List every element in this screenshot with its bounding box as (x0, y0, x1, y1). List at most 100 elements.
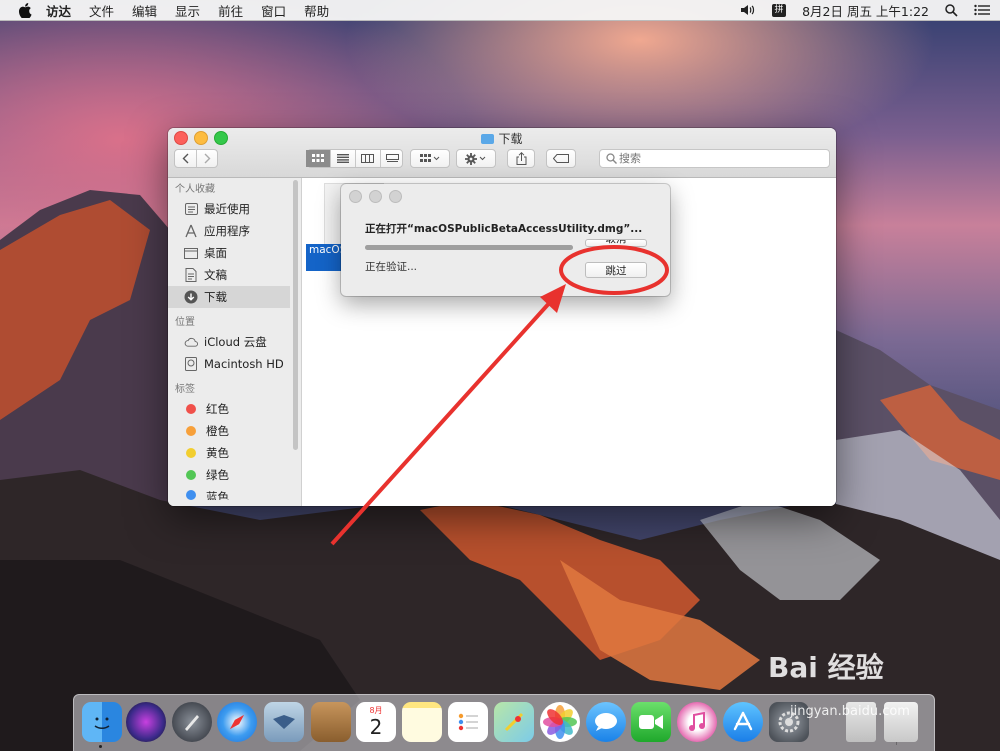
mail-icon[interactable] (264, 702, 304, 742)
safari-icon[interactable] (217, 702, 257, 742)
icon-view-button[interactable] (305, 150, 331, 167)
tags-button[interactable] (546, 149, 576, 168)
hard-drive-icon (184, 357, 198, 371)
input-method-icon[interactable]: 拼 (772, 3, 787, 17)
running-indicator (99, 745, 102, 748)
arrange-grid-icon (420, 154, 440, 162)
maps-icon[interactable] (494, 702, 534, 742)
photos-icon[interactable] (540, 702, 580, 742)
tag-color-dot (186, 404, 196, 414)
sidebar-item-label: 桌面 (204, 246, 227, 260)
calendar-icon[interactable]: 8月 2 (356, 702, 396, 742)
sidebar-section-favorites: 个人收藏 (175, 184, 215, 195)
documents-icon (184, 268, 198, 282)
itunes-icon[interactable] (677, 702, 717, 742)
sidebar-item-label: 应用程序 (204, 224, 250, 238)
facetime-icon[interactable] (631, 702, 671, 742)
progress-bar-fill (365, 245, 573, 250)
siri-icon[interactable] (126, 702, 166, 742)
download-icon (184, 290, 198, 304)
share-button[interactable] (507, 149, 535, 168)
action-button[interactable] (456, 149, 496, 168)
menu-help[interactable]: 帮助 (304, 1, 329, 20)
dialog-close-button[interactable] (349, 190, 362, 203)
list-view-button[interactable] (331, 150, 356, 167)
finder-toolbar: 下载 (168, 128, 836, 178)
search-field[interactable] (599, 149, 830, 168)
sidebar-item-label: 下载 (204, 290, 227, 304)
search-input[interactable] (617, 151, 771, 166)
grid-view-icon (311, 154, 324, 162)
dialog-status: 正在验证... (365, 261, 418, 273)
downloads-folder-icon (481, 134, 495, 144)
calendar-day: 2 (369, 715, 383, 739)
applications-icon (184, 224, 198, 238)
tag-color-dot (186, 490, 196, 500)
notification-center-icon[interactable] (974, 4, 990, 16)
dialog-message: 正在打开“macOSPublicBetaAccessUtility.dmg”..… (365, 223, 643, 235)
volume-icon[interactable] (740, 4, 756, 16)
cancel-button[interactable]: 取消 (585, 239, 647, 247)
apple-menu-icon[interactable] (18, 2, 32, 18)
sidebar-item-recents[interactable]: 最近使用 (168, 198, 290, 220)
sidebar-item-downloads[interactable]: 下载 (168, 286, 290, 308)
cover-flow-icon (386, 154, 399, 162)
sidebar-item-label: iCloud 云盘 (204, 335, 267, 349)
column-view-icon (361, 154, 374, 163)
finder-icon[interactable] (82, 702, 122, 742)
dialog-zoom-button[interactable] (389, 190, 402, 203)
sidebar-item-applications[interactable]: 应用程序 (168, 220, 290, 242)
spotlight-search-icon[interactable] (945, 3, 958, 17)
sidebar-section-locations: 位置 (175, 317, 195, 328)
forward-button[interactable] (197, 150, 218, 167)
sidebar-section-tags: 标签 (175, 384, 195, 395)
chevron-right-icon (204, 153, 210, 164)
sidebar-item-icloud[interactable]: iCloud 云盘 (168, 331, 290, 353)
sidebar-item-tag-red[interactable]: 红色 (168, 398, 290, 420)
sidebar-item-documents[interactable]: 文稿 (168, 264, 290, 286)
menu-view[interactable]: 显示 (175, 1, 200, 20)
menu-window[interactable]: 窗口 (261, 1, 286, 20)
launchpad-icon[interactable] (172, 702, 212, 742)
sidebar-item-label: 蓝色 (206, 490, 229, 500)
window-title: 下载 (168, 130, 836, 147)
gear-icon (465, 152, 486, 165)
contacts-icon[interactable] (311, 702, 351, 742)
sidebar-item-tag-orange[interactable]: 橙色 (168, 420, 290, 442)
app-store-icon[interactable] (723, 702, 763, 742)
menu-clock[interactable]: 8月2日 周五 上午1:22 (802, 1, 929, 20)
sidebar-item-tag-blue[interactable]: 蓝色 (168, 486, 290, 500)
share-icon (516, 152, 526, 165)
back-forward-buttons (174, 149, 218, 168)
baidu-watermark-url: jingyan.baidu.com (790, 704, 910, 719)
sidebar-item-tag-yellow[interactable]: 黄色 (168, 442, 290, 464)
skip-button[interactable]: 跳过 (585, 262, 647, 278)
sidebar-item-tag-green[interactable]: 绿色 (168, 464, 290, 486)
notes-icon[interactable] (402, 702, 442, 742)
opening-progress-dialog: 正在打开“macOSPublicBetaAccessUtility.dmg”..… (341, 184, 670, 296)
menu-finder[interactable]: 访达 (46, 1, 71, 20)
menu-bar: 访达 文件 编辑 显示 前往 窗口 帮助 拼 8月2日 周五 上午1:22 (0, 0, 1000, 21)
tag-color-dot (186, 470, 196, 480)
search-icon (606, 153, 617, 164)
menu-go[interactable]: 前往 (218, 1, 243, 20)
arrange-button[interactable] (410, 149, 450, 168)
sidebar-item-label: Macintosh HD (204, 357, 284, 371)
sidebar-item-macintosh-hd[interactable]: Macintosh HD (168, 353, 290, 375)
baidu-watermark-logo: Bai 经验 (768, 651, 884, 684)
menu-edit[interactable]: 编辑 (132, 1, 157, 20)
dialog-minimize-button[interactable] (369, 190, 382, 203)
sidebar-item-label: 绿色 (206, 468, 229, 482)
cloud-icon (184, 335, 198, 349)
sidebar-item-label: 文稿 (204, 268, 227, 282)
sidebar-item-label: 红色 (206, 402, 229, 416)
sidebar-scrollbar[interactable] (293, 180, 298, 450)
column-view-button[interactable] (356, 150, 381, 167)
messages-icon[interactable] (586, 702, 626, 742)
file-name-label[interactable]: macOSPublicBetaAccessUtility.dmg (306, 244, 343, 271)
reminders-icon[interactable] (448, 702, 488, 742)
back-button[interactable] (175, 150, 197, 167)
sidebar-item-desktop[interactable]: 桌面 (168, 242, 290, 264)
menu-file[interactable]: 文件 (89, 1, 114, 20)
gallery-view-button[interactable] (381, 150, 405, 167)
